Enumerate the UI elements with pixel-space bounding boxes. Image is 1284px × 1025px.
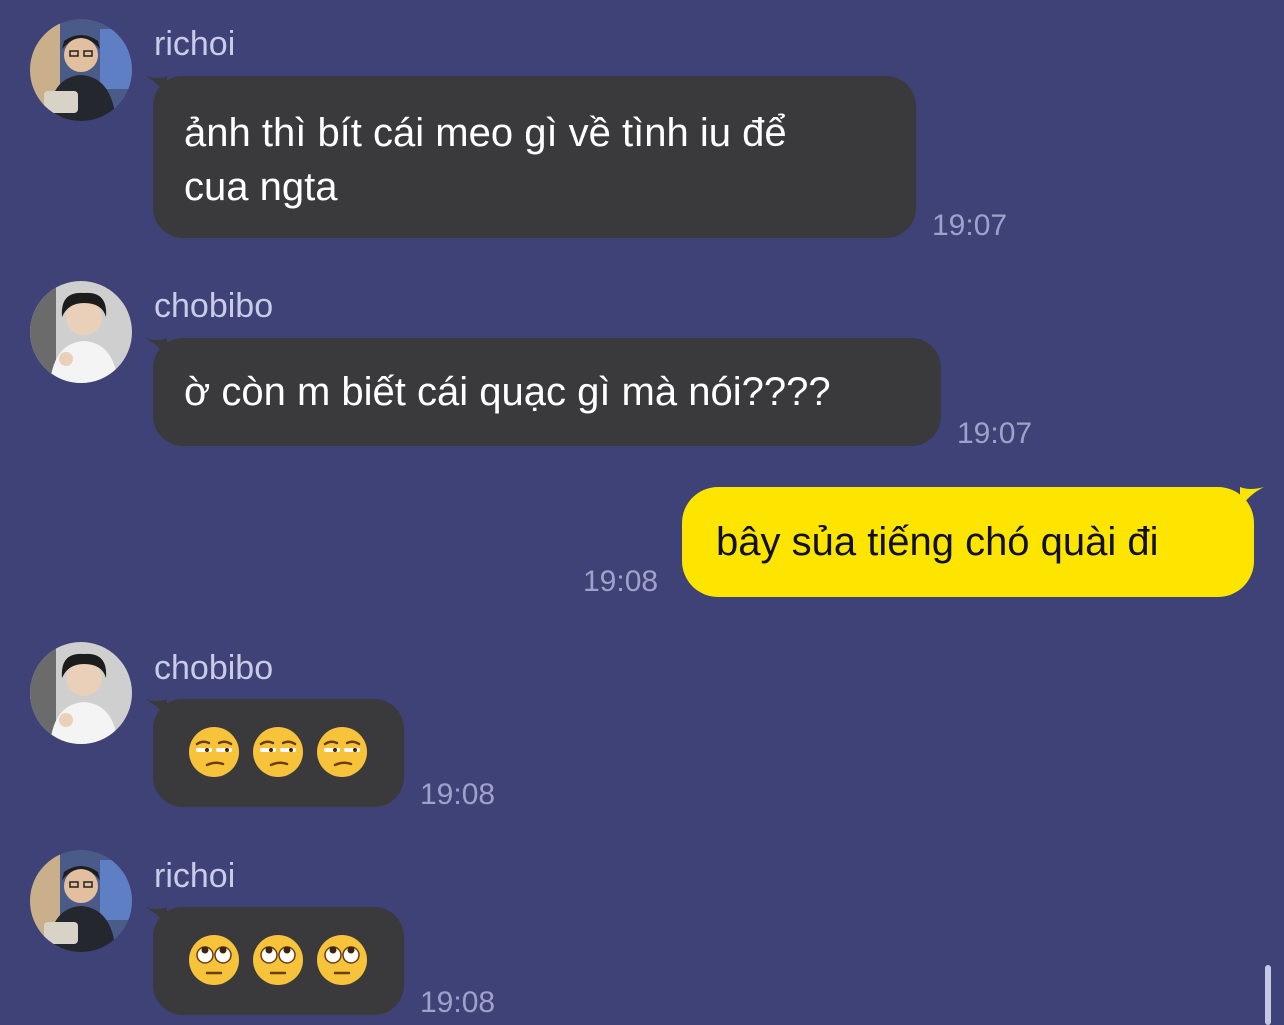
unamused-face-icon [189, 727, 239, 777]
emoji-message-bubble[interactable] [153, 699, 404, 807]
sender-name: chobibo [154, 287, 274, 325]
rolling-eyes-face-icon [189, 935, 239, 985]
chobibo-avatar[interactable] [30, 281, 132, 383]
scrollbar[interactable] [1265, 965, 1271, 1025]
unamused-face-icon [317, 727, 367, 777]
message-text: bây sủa tiếng chó quài đi [716, 520, 1159, 564]
message-bubble-outgoing[interactable]: bây sủa tiếng chó quài đi [682, 487, 1254, 597]
message-timestamp: 19:08 [420, 986, 496, 1019]
bubble-tail [1240, 487, 1264, 509]
message-text: ờ còn m biết cái quạc gì mà nói???? [184, 370, 831, 414]
message-timestamp: 19:08 [583, 565, 659, 598]
unamused-face-icon [253, 727, 303, 777]
message-text: ảnh thì bít cái meo gì về tình iu để cua… [184, 111, 787, 209]
sender-name: chobibo [154, 649, 274, 687]
chobibo-avatar[interactable] [30, 642, 132, 744]
rolling-eyes-face-icon [253, 935, 303, 985]
rolling-eyes-face-icon [317, 935, 367, 985]
sender-name: richoi [154, 857, 236, 895]
message-timestamp: 19:07 [932, 209, 1008, 242]
message-bubble[interactable]: ờ còn m biết cái quạc gì mà nói???? [153, 338, 941, 446]
richoi-avatar[interactable] [30, 850, 132, 952]
message-timestamp: 19:08 [420, 778, 496, 811]
richoi-avatar[interactable] [30, 19, 132, 121]
sender-name: richoi [154, 25, 236, 63]
emoji-message-bubble[interactable] [153, 907, 404, 1015]
message-timestamp: 19:07 [957, 417, 1033, 450]
message-bubble[interactable]: ảnh thì bít cái meo gì về tình iu để cua… [153, 76, 916, 238]
